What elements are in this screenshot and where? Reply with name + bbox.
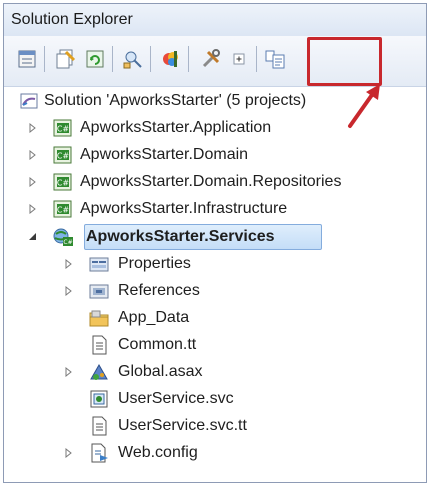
tree-item-label: ApworksStarter.Infrastructure [80, 200, 288, 217]
toolbar-separator [256, 46, 257, 72]
tree-item-references[interactable]: References [4, 278, 424, 304]
solution-icon [18, 90, 40, 112]
svg-text:C#: C# [57, 179, 70, 188]
tree-item-label: Properties [118, 255, 191, 272]
tree-item-label: References [118, 282, 200, 299]
build-settings-icon[interactable] [198, 46, 224, 72]
expand-arrow-icon[interactable] [28, 150, 38, 160]
tree-item-project[interactable]: C# ApworksStarter.Infrastructure [4, 196, 424, 222]
red-arrow-icon [348, 84, 380, 128]
expand-arrow-icon[interactable] [28, 177, 38, 187]
expand-arrow-icon[interactable] [28, 123, 38, 133]
csharp-project-icon: C# [52, 144, 74, 166]
svg-text:C#: C# [63, 239, 72, 246]
title-bar: Solution Explorer [4, 4, 426, 37]
tree-item-label: ApworksStarter.Domain [80, 146, 249, 163]
expand-arrow-icon[interactable] [64, 286, 74, 296]
view-class-diagram-icon[interactable] [120, 46, 146, 72]
folder-icon [88, 307, 110, 329]
tree-item-label: ApworksStarter.Application [80, 119, 272, 136]
svc-file-icon [88, 388, 110, 410]
toolbar-separator [44, 46, 45, 72]
tree-item-userservice-svc[interactable]: UserService.svc [4, 386, 424, 412]
toolbar-separator [150, 46, 151, 72]
toolbar-separator [188, 46, 189, 72]
svg-text:C#: C# [57, 206, 70, 215]
tree-item-common-tt[interactable]: Common.tt [4, 332, 424, 358]
web-project-icon: C# [52, 226, 74, 248]
csharp-project-icon: C# [52, 198, 74, 220]
text-file-icon [88, 334, 110, 356]
collapse-arrow-icon[interactable] [28, 232, 38, 242]
toolbar-separator [112, 46, 113, 72]
highlight-box [307, 37, 382, 86]
tree-item-label: UserService.svc.tt [118, 417, 247, 434]
csharp-project-icon: C# [52, 171, 74, 193]
view-code-icon[interactable] [262, 46, 288, 72]
nested-related-files-icon[interactable] [158, 46, 184, 72]
tree-item-label: ApworksStarter.Services [86, 228, 275, 245]
csharp-project-icon: C# [52, 117, 74, 139]
svg-text:C#: C# [57, 152, 70, 161]
tree-item-project[interactable]: C# ApworksStarter.Domain [4, 142, 424, 168]
tree-item-properties[interactable]: Properties [4, 251, 424, 277]
tree-item-label: Common.tt [118, 336, 197, 353]
global-asax-icon [88, 361, 110, 383]
references-icon [88, 280, 110, 302]
tree-item-label: Web.config [118, 444, 198, 461]
expand-icon[interactable] [226, 46, 252, 72]
tree-item-label: UserService.svc [118, 390, 234, 407]
svg-text:C#: C# [57, 125, 70, 134]
window-title: Solution Explorer [11, 11, 133, 28]
tree-item-label: Global.asax [118, 363, 203, 380]
text-file-icon [88, 415, 110, 437]
expand-arrow-icon[interactable] [64, 448, 74, 458]
solution-tree: Solution 'ApworksStarter' (5 projects) C… [4, 88, 426, 482]
tree-item-label: Solution 'ApworksStarter' (5 projects) [44, 92, 307, 109]
config-file-icon [88, 442, 110, 464]
properties-folder-icon [88, 253, 110, 275]
tree-item-app-data[interactable]: App_Data [4, 305, 424, 331]
tree-item-global-asax[interactable]: Global.asax [4, 359, 424, 385]
show-all-files-icon[interactable] [52, 46, 78, 72]
tree-item-web-config[interactable]: Web.config [4, 440, 424, 466]
expand-arrow-icon[interactable] [28, 204, 38, 214]
expand-arrow-icon[interactable] [64, 367, 74, 377]
tree-item-label: App_Data [118, 309, 190, 326]
properties-icon[interactable] [14, 46, 40, 72]
expand-arrow-icon[interactable] [64, 259, 74, 269]
tree-item-userservice-svc-tt[interactable]: UserService.svc.tt [4, 413, 424, 439]
tree-item-project[interactable]: C# ApworksStarter.Domain.Repositories [4, 169, 424, 195]
tree-item-label: ApworksStarter.Domain.Repositories [80, 173, 342, 190]
tree-item-project-services[interactable]: C# ApworksStarter.Services [4, 224, 424, 250]
refresh-icon[interactable] [82, 46, 108, 72]
